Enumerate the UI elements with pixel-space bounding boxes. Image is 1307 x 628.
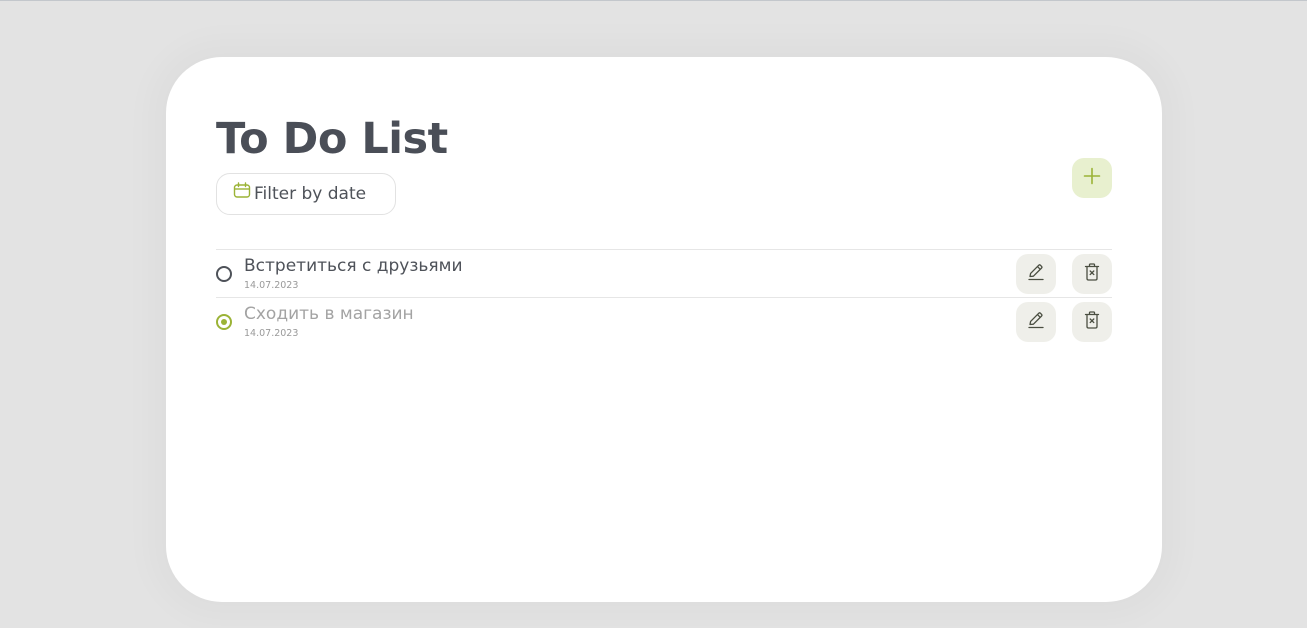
page-title: To Do List [216,114,448,164]
todo-card: To Do List Filter by date Встретиться с … [166,57,1162,602]
trash-icon [1082,262,1102,286]
filter-by-date-button[interactable]: Filter by date [216,173,396,215]
add-task-button[interactable] [1072,158,1112,198]
task-title: Сходить в магазин [244,304,414,324]
calendar-icon [233,182,251,200]
plus-icon [1083,167,1101,189]
pencil-icon [1026,310,1046,334]
task-row: Встретиться с друзьями 14.07.2023 [216,249,1112,297]
delete-task-button[interactable] [1072,302,1112,342]
task-checkbox[interactable] [216,266,232,282]
task-title: Встретиться с друзьями [244,256,463,276]
task-row: Сходить в магазин 14.07.2023 [216,297,1112,345]
edit-task-button[interactable] [1016,254,1056,294]
pencil-icon [1026,262,1046,286]
task-checkbox[interactable] [216,314,232,330]
window-top-border [0,0,1307,1]
trash-icon [1082,310,1102,334]
delete-task-button[interactable] [1072,254,1112,294]
task-list: Встретиться с друзьями 14.07.2023 Сходит… [216,249,1112,345]
edit-task-button[interactable] [1016,302,1056,342]
task-date: 14.07.2023 [244,280,299,291]
filter-by-date-label: Filter by date [254,184,367,204]
task-date: 14.07.2023 [244,328,299,339]
